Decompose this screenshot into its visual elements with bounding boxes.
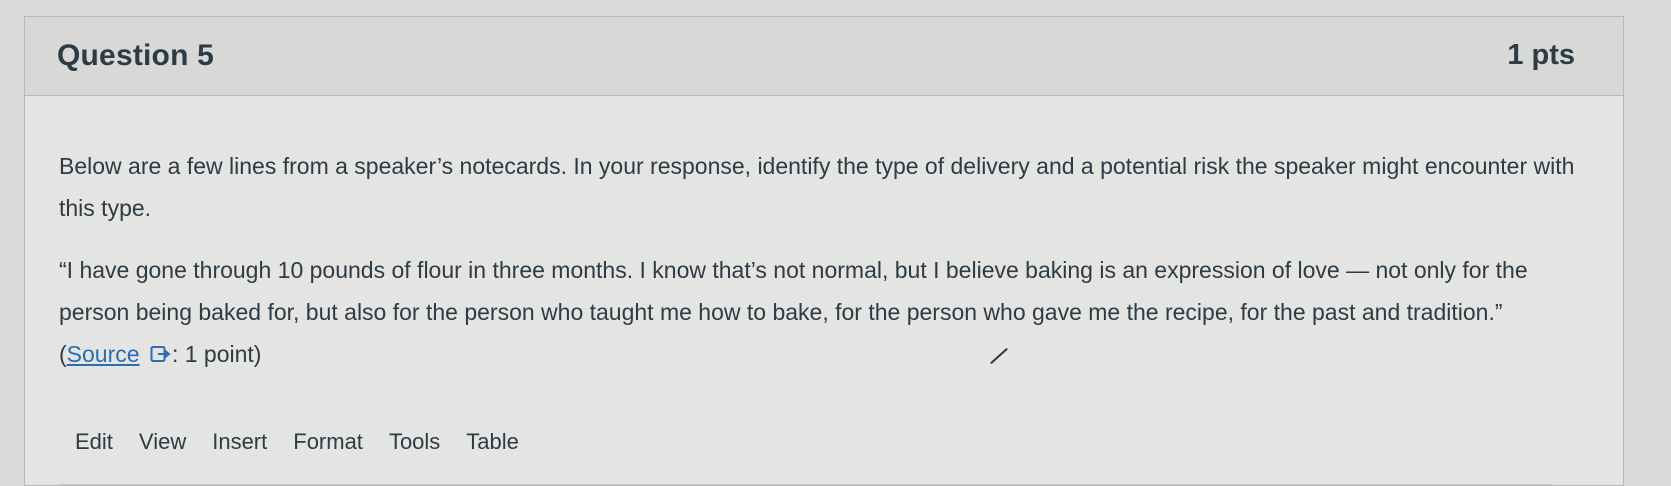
source-link[interactable]: Source xyxy=(67,341,140,367)
menu-table[interactable]: Table xyxy=(453,419,532,465)
question-card: Question 5 1 pts Below are a few lines f… xyxy=(24,16,1624,486)
points-suffix: : 1 point) xyxy=(171,341,262,367)
question-points: 1 pts xyxy=(1507,39,1575,71)
rich-editor-menubar: Edit View Insert Format Tools Table xyxy=(75,419,532,465)
editor-divider xyxy=(59,484,1553,485)
question-body: Below are a few lines from a speaker’s n… xyxy=(59,145,1579,375)
menu-view[interactable]: View xyxy=(126,419,199,465)
question-title: Question 5 xyxy=(57,39,215,72)
quote-paragraph: “I have gone through 10 pounds of flour … xyxy=(59,249,1579,375)
menu-tools[interactable]: Tools xyxy=(376,419,453,465)
quote-text: “I have gone through 10 pounds of flour … xyxy=(59,257,1528,367)
menu-insert[interactable]: Insert xyxy=(199,419,280,465)
menu-format[interactable]: Format xyxy=(280,419,376,465)
external-link-icon[interactable] xyxy=(150,336,172,362)
question-prompt: Below are a few lines from a speaker’s n… xyxy=(59,153,1575,221)
menu-edit[interactable]: Edit xyxy=(75,419,126,465)
question-header: Question 5 1 pts xyxy=(25,17,1623,96)
